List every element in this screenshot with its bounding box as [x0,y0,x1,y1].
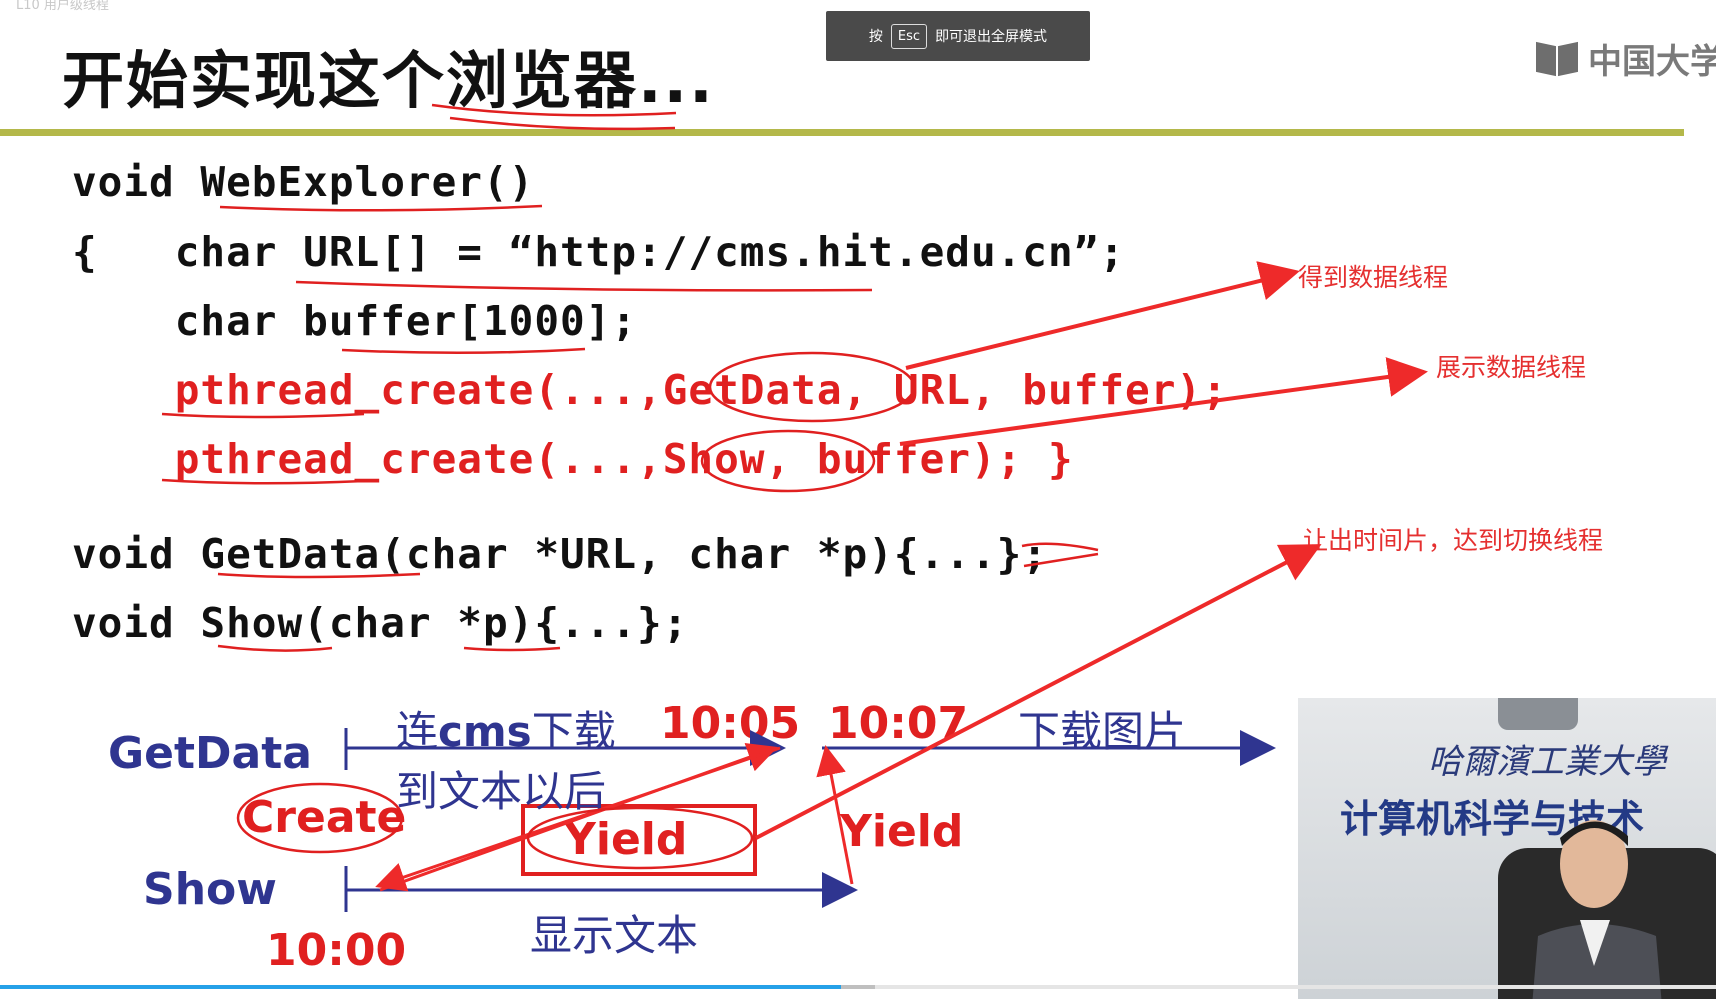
diagram-getdata-task: 连cms下载 [396,698,616,759]
title-rule [0,129,1684,136]
window-title: L10 用户级线程 [16,0,109,13]
diagram-after-text: 到文本以后 [396,767,607,816]
diagram-lian: 连 [396,707,439,756]
video-frame: L10 用户级线程 开始实现这个浏览器... 按 Esc 即可退出全屏模式 中国… [0,0,1716,999]
code-line-6: void GetData(char *URL, char *p){...}; [72,530,1048,578]
code-line-1: void WebExplorer() [72,158,535,206]
diagram-xiazai: 下载 [531,707,616,756]
slide-title: 开始实现这个浏览器... [62,44,715,117]
site-logo[interactable]: 中国大学 [1536,34,1716,83]
progress-fill[interactable] [0,985,841,989]
diagram-time-1005: 10:05 [660,698,801,749]
diagram-create-label: Create [242,792,407,843]
presenter-video-inset[interactable]: 哈爾濱工業大學 计算机科学与技术 [1298,698,1716,999]
notice-suffix: 即可退出全屏模式 [935,29,1048,45]
code-line-4: pthread_create(...,GetData, URL, buffer)… [72,366,1228,414]
annotation-yield-switch: 让出时间片，达到切换线程 [1303,526,1604,555]
logo-text: 中国大学 [1588,42,1716,82]
diagram-show-label: Show [143,864,277,915]
code-line-7: void Show(char *p){...}; [72,599,689,647]
annotation-getdata-thread: 得到数据线程 [1298,263,1449,292]
progress-buffered [841,985,875,989]
diagram-display-text: 显示文本 [530,911,699,960]
code-line-3: char buffer[1000]; [72,297,638,345]
fullscreen-exit-notice: 按 Esc 即可退出全屏模式 [826,11,1090,61]
logo-book-icon [1536,40,1580,78]
notice-prefix: 按 [868,29,883,45]
diagram-time-1000: 10:00 [266,925,407,976]
code-line-2: { char URL[] = “http://cms.hit.edu.cn”; [72,228,1126,276]
diagram-time-1007: 10:07 [828,698,969,749]
esc-key[interactable]: Esc [890,23,928,49]
university-crest-icon [1498,698,1578,730]
presenter-icon [1532,820,1662,999]
diagram-getdata-label: GetData [108,728,312,779]
annotation-show-thread: 展示数据线程 [1436,353,1587,382]
video-school-name: 哈爾濱工業大學 [1428,742,1666,782]
diagram-yield-right: Yield [840,806,964,857]
code-line-5: pthread_create(...,Show, buffer); } [72,435,1074,483]
diagram-download-images: 下载图片 [1018,707,1187,756]
diagram-cms: cms [438,707,532,756]
